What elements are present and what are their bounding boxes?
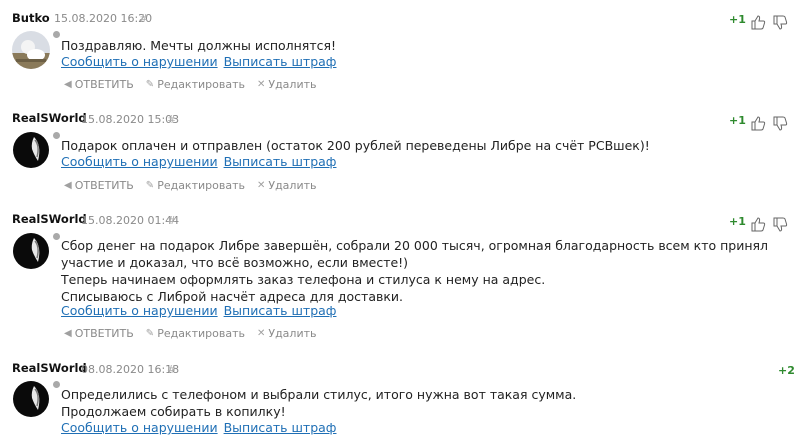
avatar[interactable] (12, 232, 50, 270)
thumbs-up-icon[interactable] (750, 216, 766, 232)
reply-icon: ◀ (64, 328, 72, 339)
comment-score: +1 (729, 215, 746, 228)
comment-permalink[interactable]: # (167, 214, 176, 227)
reply-button[interactable]: ◀ ОТВЕТИТЬ (64, 78, 134, 91)
comment-line: Продолжаем собирать в копилку! (61, 404, 286, 419)
close-icon: ✕ (256, 180, 266, 191)
comment-actions: ◀ ОТВЕТИТЬ ✎ Редактировать ✕ Удалить (64, 179, 316, 192)
reply-button[interactable]: ◀ ОТВЕТИТЬ (64, 179, 134, 192)
pencil-icon: ✎ (145, 328, 155, 339)
online-indicator (53, 31, 60, 38)
comment-line: Теперь начинаем оформлять заказ телефона… (61, 272, 546, 287)
avatar[interactable] (12, 380, 50, 418)
comment-permalink[interactable]: # (139, 12, 148, 25)
comment-text: Подарок оплачен и отправлен (остаток 200… (61, 137, 791, 154)
comment-date: 15.08.2020 16:20 (54, 12, 153, 25)
edit-button[interactable]: ✎ Редактировать (146, 78, 245, 91)
edit-label: Редактировать (157, 179, 245, 192)
comment-actions: ◀ ОТВЕТИТЬ ✎ Редактировать ✕ Удалить (64, 78, 316, 91)
delete-button[interactable]: ✕ Удалить (257, 179, 317, 192)
moderation-links: Сообщить о нарушении Выписать штраф (61, 419, 338, 436)
report-link[interactable]: Сообщить о нарушении (61, 54, 218, 69)
comment-score: +1 (729, 114, 746, 127)
comment-line: Сбор денег на подарок Либре завершён, со… (61, 238, 769, 270)
report-link[interactable]: Сообщить о нарушении (61, 420, 218, 435)
comment-author[interactable]: RealSWorld (12, 212, 87, 226)
comment-date: 15.08.2020 15:03 (81, 113, 180, 126)
delete-button[interactable]: ✕ Удалить (257, 327, 317, 340)
delete-label: Удалить (268, 78, 317, 91)
reply-icon: ◀ (64, 180, 72, 191)
report-link[interactable]: Сообщить о нарушении (61, 303, 218, 318)
avatar[interactable] (12, 131, 50, 169)
thumbs-up-icon[interactable] (750, 14, 766, 30)
edit-button[interactable]: ✎ Редактировать (146, 327, 245, 340)
thumbs-down-icon[interactable] (772, 15, 788, 31)
reply-button[interactable]: ◀ ОТВЕТИТЬ (64, 327, 134, 340)
thumbs-up-icon[interactable] (750, 115, 766, 131)
online-indicator (53, 381, 60, 388)
avatar[interactable] (12, 31, 50, 69)
reply-label: ОТВЕТИТЬ (74, 78, 134, 91)
moderation-links: Сообщить о нарушении Выписать штраф (61, 53, 338, 70)
comment-date: 08.08.2020 16:18 (81, 363, 180, 376)
reply-icon: ◀ (64, 79, 72, 90)
fine-link[interactable]: Выписать штраф (224, 420, 337, 435)
comment-score: +1 (729, 13, 746, 26)
report-link[interactable]: Сообщить о нарушении (61, 154, 218, 169)
delete-label: Удалить (268, 327, 317, 340)
comment-text: Поздравляю. Мечты должны исполнятся! (61, 37, 791, 54)
comment-text: Определились с телефоном и выбрали стилу… (61, 386, 791, 420)
comment-text: Сбор денег на подарок Либре завершён, со… (61, 237, 791, 305)
comment-permalink[interactable]: # (167, 363, 176, 376)
comment-author[interactable]: RealSWorld (12, 111, 87, 125)
comment-line: Подарок оплачен и отправлен (остаток 200… (61, 138, 650, 153)
pencil-icon: ✎ (145, 79, 155, 90)
comment-date: 15.08.2020 01:44 (81, 214, 180, 227)
moderation-links: Сообщить о нарушении Выписать штраф (61, 302, 338, 319)
comment-score: +2 (778, 364, 795, 377)
delete-button[interactable]: ✕ Удалить (257, 78, 317, 91)
close-icon: ✕ (256, 328, 266, 339)
edit-button[interactable]: ✎ Редактировать (146, 179, 245, 192)
comment-line: Поздравляю. Мечты должны исполнятся! (61, 38, 336, 53)
fine-link[interactable]: Выписать штраф (224, 303, 337, 318)
comment-author[interactable]: Butko (12, 11, 50, 25)
moderation-links: Сообщить о нарушении Выписать штраф (61, 153, 338, 170)
online-indicator (53, 233, 60, 240)
comment-permalink[interactable]: # (167, 113, 176, 126)
thumbs-down-icon[interactable] (772, 116, 788, 132)
comment-line: Определились с телефоном и выбрали стилу… (61, 387, 577, 402)
pencil-icon: ✎ (145, 180, 155, 191)
delete-label: Удалить (268, 179, 317, 192)
close-icon: ✕ (256, 79, 266, 90)
edit-label: Редактировать (157, 327, 245, 340)
comment-author[interactable]: RealSWorld (12, 361, 87, 375)
reply-label: ОТВЕТИТЬ (74, 179, 134, 192)
thumbs-down-icon[interactable] (772, 217, 788, 233)
fine-link[interactable]: Выписать штраф (224, 54, 337, 69)
online-indicator (53, 132, 60, 139)
fine-link[interactable]: Выписать штраф (224, 154, 337, 169)
reply-label: ОТВЕТИТЬ (74, 327, 134, 340)
edit-label: Редактировать (157, 78, 245, 91)
comment-actions: ◀ ОТВЕТИТЬ ✎ Редактировать ✕ Удалить (64, 327, 316, 340)
